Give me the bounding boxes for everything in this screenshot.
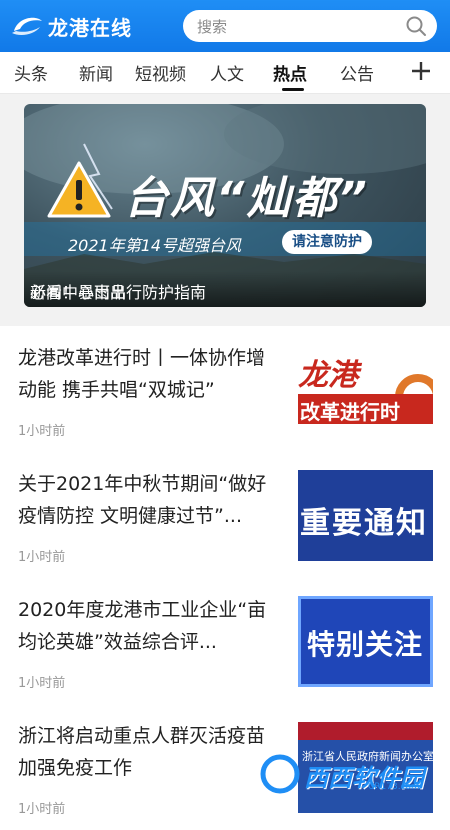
tab-culture[interactable]: 人文 bbox=[210, 60, 244, 85]
news-title[interactable]: 龙港改革进行时丨一体协作增动能 携手共唱“双城记” bbox=[18, 342, 282, 406]
search-bar[interactable]: 搜索 bbox=[183, 10, 437, 42]
tab-headline[interactable]: 头条 bbox=[14, 60, 48, 85]
channel-tabs: 头条 新闻 短视频 人文 热点 公告 bbox=[0, 52, 450, 94]
thumbnail-text: 改革进行时 bbox=[300, 400, 400, 424]
news-title[interactable]: 关于2021年中秋节期间“做好疫情防控 文明健康过节”... bbox=[18, 468, 282, 532]
search-input[interactable]: 搜索 bbox=[197, 16, 227, 37]
watermark-subtext: CR173.com bbox=[368, 782, 420, 792]
news-title[interactable]: 2020年度龙港市工业企业“亩均论英雄”效益综合评... bbox=[18, 594, 282, 658]
banner-caption-bar: 新闻中心出品 必看！暴雨出行防护指南 bbox=[24, 271, 426, 307]
app-logo[interactable]: 龙港在线 bbox=[10, 12, 132, 41]
banner-caption[interactable]: 必看！暴雨出行防护指南 bbox=[30, 279, 206, 303]
banner-badge: 请注意防护 bbox=[282, 230, 372, 254]
news-time: 1小时前 bbox=[18, 676, 66, 691]
thumbnail-text: 特别关注 bbox=[307, 628, 424, 661]
app-name: 龙港在线 bbox=[48, 15, 132, 40]
news-item[interactable]: 2020年度龙港市工业企业“亩均论英雄”效益综合评... 1小时前 特别关注 bbox=[0, 578, 450, 704]
tab-news[interactable]: 新闻 bbox=[79, 60, 113, 85]
news-time: 1小时前 bbox=[18, 424, 66, 439]
news-time: 1小时前 bbox=[18, 802, 66, 817]
logo-icon bbox=[10, 13, 44, 39]
watermark-logo-icon bbox=[258, 754, 302, 798]
news-thumbnail[interactable]: 特别关注 bbox=[298, 596, 433, 687]
site-watermark: 西西软件园 CR173.com bbox=[258, 752, 438, 796]
active-tab-indicator bbox=[282, 88, 304, 91]
news-thumbnail[interactable]: 重要通知 bbox=[298, 470, 433, 561]
news-title[interactable]: 浙江将启动重点人群灭活疫苗加强免疫工作 bbox=[18, 720, 282, 784]
thumbnail-heading: 龙港 bbox=[298, 358, 358, 393]
news-time: 1小时前 bbox=[18, 550, 66, 565]
tab-short-video[interactable]: 短视频 bbox=[135, 60, 186, 85]
add-channel-icon[interactable] bbox=[408, 56, 434, 86]
banner-section: 台风“灿都” 2021年第14号超强台风 请注意防护 新闻中心出品 必看！暴雨出… bbox=[0, 94, 450, 326]
news-item[interactable]: 龙港改革进行时丨一体协作增动能 携手共唱“双城记” 1小时前 龙港 改革进行时 bbox=[0, 326, 450, 452]
news-item[interactable]: 关于2021年中秋节期间“做好疫情防控 文明健康过节”... 1小时前 重要通知 bbox=[0, 452, 450, 578]
search-icon[interactable] bbox=[405, 15, 427, 37]
tab-notice[interactable]: 公告 bbox=[340, 60, 374, 85]
curtain-graphic bbox=[298, 722, 433, 740]
app-header: 龙港在线 搜索 bbox=[0, 0, 450, 52]
banner-subtitle: 2021年第14号超强台风 bbox=[68, 236, 242, 255]
news-thumbnail[interactable]: 龙港 改革进行时 bbox=[298, 344, 433, 435]
banner-carousel[interactable]: 台风“灿都” 2021年第14号超强台风 请注意防护 新闻中心出品 必看！暴雨出… bbox=[24, 104, 426, 307]
banner-title: 台风“灿都” bbox=[124, 173, 369, 224]
thumbnail-text: 重要通知 bbox=[300, 506, 428, 541]
tab-hot[interactable]: 热点 bbox=[273, 60, 307, 85]
